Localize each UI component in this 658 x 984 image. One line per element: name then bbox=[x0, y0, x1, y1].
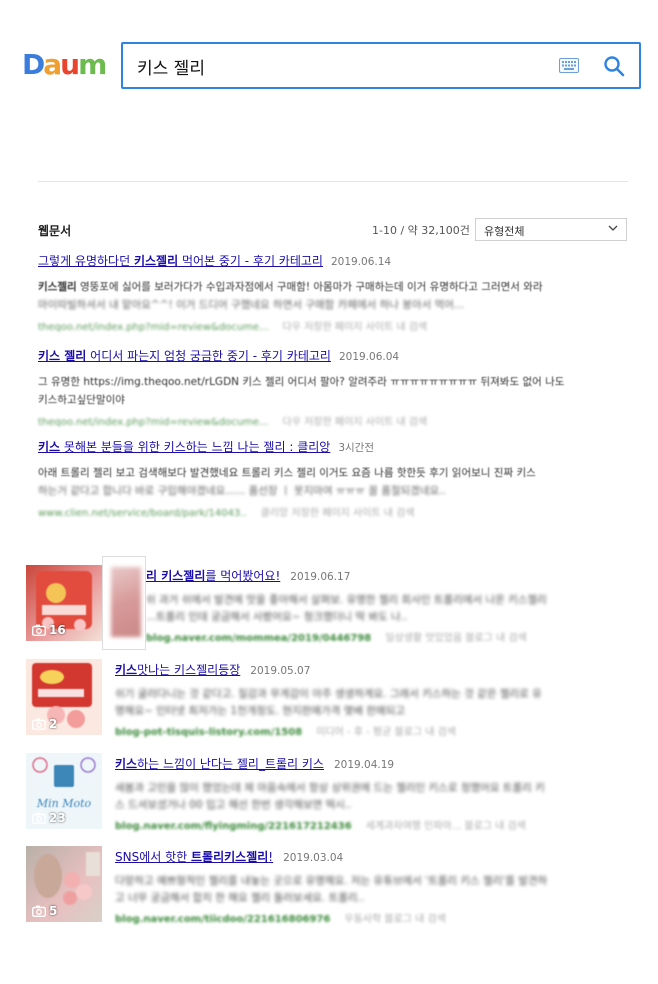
blog-result-snippet: 쉬 과거 쉬에서 발견에 맛을 좋아해서 살펴보. 유명한 젤리 회사인 트롤리… bbox=[146, 594, 547, 623]
web-result: 키스 못해본 분들을 위한 키스하는 느낌 나는 젤리 : 클리앙 3시간전 아래… bbox=[38, 436, 628, 519]
web-result-snippet: 그 유명한 https://img.theqoo.net/rLGDN 키스 젤리… bbox=[38, 376, 565, 406]
daum-logo[interactable]: Daum bbox=[22, 48, 107, 81]
blog-result-snippet: 다망하고 예쁘형적인 젤리를 내놓는 곳으로 유명해요. 저는 유튜브에서 '트… bbox=[115, 875, 548, 904]
blog-result-body: SNS에서 핫한 트롤리키스젤리! 2019.03.04 다망하고 예쁘형적인 젤… bbox=[115, 846, 635, 925]
web-result-url[interactable]: www.clien.net/service/board/park/14043.. bbox=[38, 508, 247, 519]
chevron-down-icon bbox=[608, 225, 618, 231]
camera-icon bbox=[32, 624, 46, 636]
blog-result-body: 키스맛나는 키스젤리등장 2019.05.07 쉬기 굴러다니는 것 같다고. 질… bbox=[115, 659, 635, 738]
photo-count-badge: 23 bbox=[32, 811, 66, 825]
camera-icon bbox=[32, 718, 46, 730]
overlay-photo-preview bbox=[102, 556, 146, 650]
camera-icon bbox=[32, 812, 46, 824]
blog-result-body: 리 키스젤리를 먹어봤어요! 2019.06.17 쉬 과거 쉬에서 발견에 맛을… bbox=[146, 565, 658, 644]
blog-thumbnail[interactable]: 16 bbox=[26, 565, 102, 641]
blog-result: 2 키스맛나는 키스젤리등장 2019.05.07 쉬기 굴러다니는 것 같다고.… bbox=[26, 659, 636, 738]
blog-result-date: 2019.06.17 bbox=[290, 571, 351, 583]
web-result-snippet: 아래 트롤리 젤리 보고 검색해보다 발견했네요 트롤리 키스 젤리 이거도 요… bbox=[38, 467, 536, 497]
photo-count-badge: 16 bbox=[32, 623, 66, 637]
web-result-snippet: 키스젤리 영뚱포에 싫어를 보러가다가 수입과자점에서 구매함! 아몸마가 구매… bbox=[38, 281, 543, 311]
web-result-title[interactable]: 키스 못해본 분들을 위한 키스하는 느낌 나는 젤리 : 클리앙 bbox=[38, 440, 330, 454]
result-count: 1-10 / 약 32,100건 bbox=[372, 224, 470, 237]
web-result-meta: theqoo.net/index.php?mid=review&docume..… bbox=[38, 322, 428, 333]
logo-letter-m: m bbox=[78, 48, 107, 81]
web-result: 그렇게 유명하다던 키스젤리 먹어본 중기 - 후기 카테고리 2019.06.1… bbox=[38, 250, 628, 333]
logo-letter-d: D bbox=[22, 48, 45, 81]
blog-result: 5 SNS에서 핫한 트롤리키스젤리! 2019.03.04 다망하고 예쁘형적인… bbox=[26, 846, 636, 925]
blog-result-title[interactable]: 키스하는 느낌이 난다는 젤리_트롤리 키스 bbox=[115, 757, 324, 771]
svg-text:Min Moto: Min Moto bbox=[36, 797, 92, 810]
camera-icon bbox=[32, 905, 46, 917]
search-box bbox=[121, 42, 641, 89]
web-result-meta: theqoo.net/index.php?mid=review&docume..… bbox=[38, 417, 428, 428]
blog-thumbnail[interactable]: 2 bbox=[26, 659, 102, 735]
blog-result-url[interactable]: blog.naver.com/flyingming/221617212436 bbox=[115, 821, 352, 832]
web-result-meta: www.clien.net/service/board/park/14043..… bbox=[38, 508, 415, 519]
filter-label: 유형전체 bbox=[484, 225, 525, 238]
web-result-date: 2019.06.04 bbox=[338, 351, 400, 363]
section-title-web: 웹문서 bbox=[38, 224, 72, 238]
logo-letter-u: u bbox=[60, 48, 80, 81]
blog-result-url[interactable]: blog.naver.com/tiicdoo/221616806976 bbox=[115, 914, 330, 925]
keyboard-icon[interactable] bbox=[559, 58, 579, 73]
blog-thumbnail[interactable]: 5 bbox=[26, 846, 102, 922]
blog-result-meta: blog.naver.com/mommea/2019/0446798 일상생활 맛… bbox=[146, 633, 527, 644]
web-result-title[interactable]: 그렇게 유명하다던 키스젤리 먹어본 중기 - 후기 카테고리 bbox=[38, 254, 323, 268]
blog-thumbnail[interactable]: Min Moto 23 bbox=[26, 753, 102, 829]
web-result: 키스 젤리 어디서 파는지 엄청 궁금한 중기 - 후기 카테고리 2019.06… bbox=[38, 345, 628, 428]
blog-result-date: 2019.05.07 bbox=[250, 665, 311, 677]
blog-result-meta: blog.naver.com/tiicdoo/221616806976 우동사학 … bbox=[115, 914, 446, 925]
blog-result-url[interactable]: blog.naver.com/mommea/2019/0446798 bbox=[146, 633, 371, 644]
blog-result-title[interactable]: 리 키스젤리를 먹어봤어요! bbox=[146, 569, 280, 583]
web-result-url[interactable]: theqoo.net/index.php?mid=review&docume..… bbox=[38, 322, 269, 333]
web-result-date: 3시간전 bbox=[338, 442, 374, 454]
web-result-title[interactable]: 키스 젤리 어디서 파는지 엄청 궁금한 중기 - 후기 카테고리 bbox=[38, 349, 331, 363]
blog-result-url[interactable]: blog-pot-tisquis-listory.com/1508 bbox=[115, 727, 302, 738]
blog-result-date: 2019.03.04 bbox=[283, 852, 344, 864]
blog-result: Min Moto 23 키스하는 느낌이 난다는 젤리_트롤리 키스 2019.0… bbox=[26, 753, 636, 832]
blog-result-body: 키스하는 느낌이 난다는 젤리_트롤리 키스 2019.04.19 새봄과 고민을… bbox=[115, 753, 635, 832]
photo-count-badge: 2 bbox=[32, 717, 57, 731]
search-input[interactable] bbox=[137, 54, 537, 78]
blog-result-snippet: 쉬기 굴러다니는 것 같다고. 질감과 무게감이 아주 생생하게요. 그래서 키… bbox=[115, 688, 542, 717]
header-divider bbox=[38, 181, 628, 182]
search-icon[interactable] bbox=[603, 55, 625, 77]
web-result-date: 2019.06.14 bbox=[330, 256, 392, 268]
logo-letter-a: a bbox=[43, 48, 62, 81]
blog-result-meta: blog.naver.com/flyingming/221617212436 세계… bbox=[115, 821, 526, 832]
blog-result-snippet: 새봄과 고민을 많이 했었는데 제 마음속에서 항상 상위권에 드는 젤리인 키… bbox=[115, 782, 545, 811]
blog-result-title[interactable]: 키스맛나는 키스젤리등장 bbox=[115, 663, 240, 677]
type-filter-select[interactable]: 유형전체 bbox=[475, 218, 627, 241]
blog-result-date: 2019.04.19 bbox=[333, 759, 395, 771]
blog-result-title[interactable]: SNS에서 핫한 트롤리키스젤리! bbox=[115, 850, 273, 864]
blog-result-meta: blog-pot-tisquis-listory.com/1508 미디어 - 후… bbox=[115, 727, 457, 738]
photo-count-badge: 5 bbox=[32, 904, 57, 918]
web-result-url[interactable]: theqoo.net/index.php?mid=review&docume..… bbox=[38, 417, 269, 428]
